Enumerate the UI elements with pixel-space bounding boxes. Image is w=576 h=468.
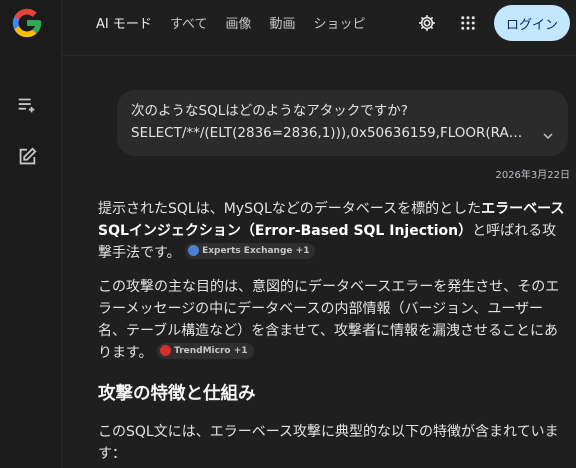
google-logo[interactable] [10, 6, 44, 40]
header-divider [62, 55, 576, 56]
tab-videos[interactable]: 動画 [269, 13, 295, 32]
query-date: 2026年3月22日 [495, 170, 570, 181]
answer-paragraph-3: このSQL文には、エラーベース攻撃に典型的な以下の特徴が含まれています： [98, 424, 559, 462]
tab-ai-mode[interactable]: AI モード [96, 13, 152, 32]
apps-grid-icon[interactable] [457, 12, 479, 34]
tab-images[interactable]: 画像 [225, 13, 251, 32]
section-heading: 攻撃の特徴と仕組み [98, 384, 256, 404]
answer-paragraph-1: 提示されたSQLは、MySQLなどのデータベースを標的としたエラーベースSQLイ… [98, 201, 565, 261]
answer-paragraph-2: この攻撃の主な目的は、意図的にデータベースエラーを発生させ、そのエラーメッセージ… [98, 279, 560, 361]
gear-icon[interactable] [416, 12, 438, 34]
trendmicro-icon [160, 345, 172, 356]
left-rail [0, 0, 62, 468]
experts-exchange-icon [188, 245, 200, 256]
edit-icon[interactable] [14, 144, 40, 170]
new-thread-icon[interactable] [14, 92, 40, 118]
user-query-bubble[interactable]: 次のようなSQLはどのようなアタックですか? SELECT/**/(ELT(28… [117, 90, 568, 156]
source-chip-trendmicro[interactable]: TrendMicro +1 [157, 342, 254, 359]
source-chip-experts-exchange[interactable]: Experts Exchange +1 [185, 242, 316, 259]
query-line-1: 次のようなSQLはどのようなアタックですか? [131, 103, 408, 119]
tab-shopping[interactable]: ショッピ [313, 13, 365, 32]
tab-all[interactable]: すべて [170, 13, 208, 32]
chevron-down-icon[interactable] [540, 128, 556, 144]
ai-answer: 提示されたSQLは、MySQLなどのデータベースを標的としたエラーベースSQLイ… [98, 198, 570, 465]
top-bar: AI モード すべて 画像 動画 ショッピ ログイン [62, 0, 576, 46]
search-mode-tabs: AI モード すべて 画像 動画 ショッピ [96, 13, 384, 32]
login-button[interactable]: ログイン [494, 5, 570, 41]
query-line-2: SELECT/**/(ELT(2836=2836,1))),0x50636159… [131, 125, 531, 141]
